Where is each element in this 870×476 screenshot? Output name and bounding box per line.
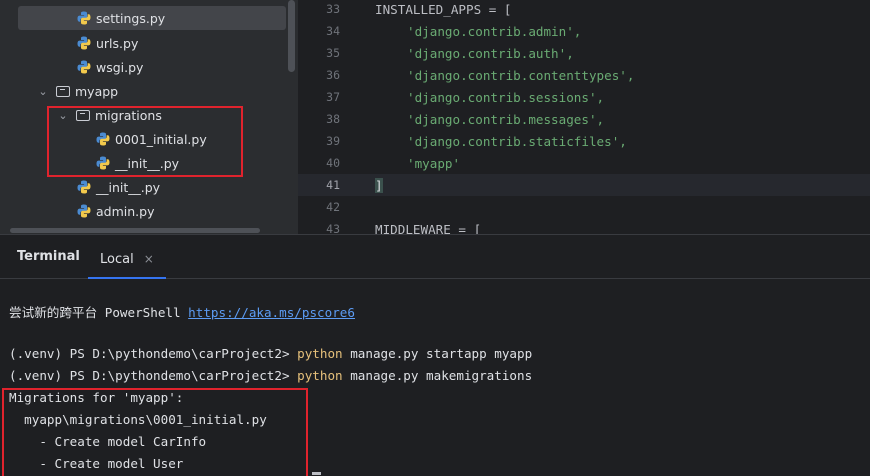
line-number: 33 [326,2,340,16]
tree-item-label: urls.py [96,35,139,51]
code-text: ] [375,177,383,193]
code-line: 39 'django.contrib.staticfiles', [298,130,870,152]
code-text: 'django.contrib.messages', [407,111,605,127]
tree-item-admin-py[interactable]: admin.py [0,199,298,223]
line-number: 41 [326,178,340,192]
tab-label: Local [100,251,134,267]
code-text: MIDDLEWARE = [ [375,221,482,235]
tab-local[interactable]: Local × [88,241,166,279]
line-number: 36 [326,68,340,82]
code-text: 'myapp' [407,155,461,171]
python-file-icon [77,180,91,194]
tree-item-label: myapp [75,83,119,99]
python-file-icon [77,11,91,25]
migrations-highlight-box [47,106,243,177]
terminal-tab-bar: Terminal Local × [0,235,870,279]
code-line: 33 INSTALLED_APPS = [ [298,0,870,20]
terminal-cursor[interactable] [312,472,321,475]
code-line: 34 'django.contrib.admin', [298,20,870,42]
terminal-title: Terminal [17,249,80,264]
output-highlight-box [2,388,308,476]
code-line: 35 'django.contrib.auth', [298,42,870,64]
terminal-banner: 尝试新的跨平台 PowerShell https://aka.ms/pscore… [9,305,355,320]
code-line: 36 'django.contrib.contenttypes', [298,64,870,86]
project-tree: settings.py urls.py wsgi.py ⌄ myapp ⌄ mi… [0,0,298,234]
terminal-command-line: (.venv) PS D:\pythondemo\carProject2> py… [9,346,533,361]
close-icon[interactable]: × [144,252,154,266]
tree-vertical-scrollbar[interactable] [288,0,295,72]
code-line: 37 'django.contrib.sessions', [298,86,870,108]
line-number: 43 [326,222,340,234]
line-number: 40 [326,156,340,170]
tree-item-wsgi-py[interactable]: wsgi.py [0,55,298,79]
python-file-icon [77,36,91,50]
code-text: 'django.contrib.contenttypes', [407,67,635,83]
folder-icon [56,85,70,97]
code-editor[interactable]: 33 INSTALLED_APPS = [ 34 'django.contrib… [298,0,870,234]
tree-item-settings-py[interactable]: settings.py [18,6,286,30]
code-line: 42 [298,196,870,218]
tree-item-myapp[interactable]: ⌄ myapp [0,79,298,103]
tree-item-label: admin.py [96,203,155,219]
code-line: 40 'myapp' [298,152,870,174]
line-number: 37 [326,90,340,104]
code-text: 'django.contrib.sessions', [407,89,605,105]
line-number: 39 [326,134,340,148]
terminal-command-line: (.venv) PS D:\pythondemo\carProject2> py… [9,368,533,383]
chevron-down-icon[interactable]: ⌄ [36,85,50,98]
code-line-current: 41 ] [298,174,870,196]
tree-item-label: wsgi.py [96,59,144,75]
code-text: 'django.contrib.admin', [407,23,582,39]
code-text: 'django.contrib.auth', [407,45,574,61]
tree-item-label: settings.py [96,10,166,26]
python-file-icon [77,60,91,74]
python-file-icon [77,204,91,218]
powershell-link[interactable]: https://aka.ms/pscore6 [188,305,355,320]
code-text: INSTALLED_APPS = [ [375,1,512,17]
line-number: 38 [326,112,340,126]
code-line: 38 'django.contrib.messages', [298,108,870,130]
tree-item-urls-py[interactable]: urls.py [0,31,298,55]
tree-item-label: __init__.py [96,179,161,195]
code-text: 'django.contrib.staticfiles', [407,133,627,149]
line-number: 42 [326,200,340,214]
line-number: 35 [326,46,340,60]
tree-item-myapp-init-py[interactable]: __init__.py [0,175,298,199]
line-number: 34 [326,24,340,38]
tree-horizontal-scrollbar[interactable] [10,228,260,233]
code-line: 43 MIDDLEWARE = [ [298,218,870,235]
